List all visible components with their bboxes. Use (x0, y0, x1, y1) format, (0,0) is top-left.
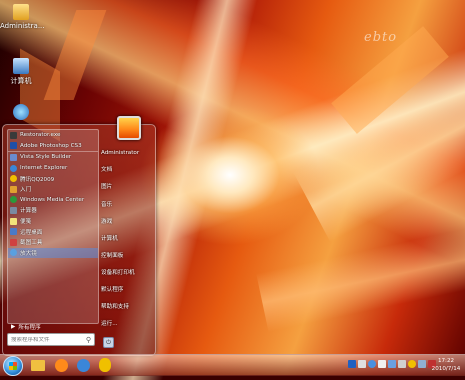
desktop-icon-network[interactable] (0, 104, 42, 122)
user-picture[interactable] (117, 116, 141, 140)
right-link-run[interactable]: 运行... (101, 319, 118, 327)
start-menu-program[interactable]: Internet Explorer (8, 163, 98, 174)
media-player-icon (54, 358, 68, 372)
start-menu: Restorator.exe Adobe Photoshop CS3 Vista… (2, 116, 156, 356)
app-icon (10, 131, 17, 139)
desktop-icon-label: 计算机 (10, 77, 32, 85)
start-menu-program-list: Restorator.exe Adobe Photoshop CS3 Vista… (7, 129, 99, 324)
snipping-tool-icon (10, 238, 17, 246)
qq-icon (10, 175, 17, 183)
keyboard-icon[interactable] (358, 360, 366, 368)
chinese-input-icon[interactable] (348, 360, 356, 368)
start-menu-program[interactable]: Adobe Photoshop CS3 (8, 141, 98, 152)
start-menu-program[interactable]: 远程桌面 (8, 226, 98, 237)
taskbar: 17:22 2010/7/14 (0, 354, 465, 376)
start-menu-program[interactable]: Restorator.exe (8, 130, 98, 141)
start-menu-program[interactable]: 计算器 (8, 205, 98, 216)
clock-time: 17:22 (437, 358, 455, 364)
monitor-icon[interactable] (418, 360, 426, 368)
photoshop-icon (10, 142, 17, 150)
start-menu-program[interactable]: Vista Style Builder (8, 151, 98, 163)
shutdown-button[interactable]: ⏻ (103, 337, 114, 348)
start-menu-program[interactable]: Windows Media Center (8, 195, 98, 206)
start-menu-program[interactable]: 截图工具 (8, 237, 98, 248)
desktop-icon-user-folder[interactable]: Administra... (0, 4, 45, 30)
system-tray (348, 360, 436, 370)
taskbar-pinned-ie[interactable] (72, 356, 94, 374)
taskbar-clock[interactable]: 17:22 2010/7/14 (430, 357, 462, 373)
power-icon: ⏻ (106, 339, 111, 346)
right-link-music[interactable]: 音乐 (101, 200, 112, 208)
right-link-documents[interactable]: 文档 (101, 165, 112, 173)
start-menu-right-pane: Administrator 文档 图片 音乐 游戏 计算机 控制面板 设备和打印… (99, 116, 155, 355)
all-programs-button[interactable]: ▶ 所有程序 (7, 322, 97, 331)
right-link-devices-printers[interactable]: 设备和打印机 (101, 268, 135, 276)
remote-desktop-icon (10, 228, 17, 236)
magnifier-icon (10, 249, 17, 257)
desktop-icon-label: Administra... (0, 22, 45, 30)
network-globe-icon (13, 104, 29, 120)
taskbar-pinned-qq[interactable] (94, 356, 116, 374)
wallpaper-logo: ebto (364, 30, 398, 45)
ie-icon (76, 358, 90, 372)
start-menu-program[interactable]: 放大镜 (8, 247, 98, 259)
start-menu-program[interactable]: 入门 (8, 184, 98, 195)
desktop-icon-computer[interactable]: 计算机 (0, 58, 42, 86)
calculator-icon (10, 206, 17, 214)
right-link-default-programs[interactable]: 默认程序 (101, 285, 123, 293)
windows-logo-icon (9, 362, 17, 370)
right-link-control-panel[interactable]: 控制面板 (101, 251, 123, 259)
right-link-games[interactable]: 游戏 (101, 217, 112, 225)
network-icon[interactable] (388, 360, 396, 368)
explorer-icon (31, 359, 45, 371)
search-icon: ⚲ (85, 335, 91, 344)
taskbar-pinned-media-player[interactable] (50, 356, 72, 374)
start-button[interactable] (3, 356, 23, 376)
help-icon[interactable] (368, 360, 376, 368)
folder-icon (13, 4, 29, 20)
right-link-computer[interactable]: 计算机 (101, 234, 118, 242)
arrow-right-icon: ▶ (11, 323, 16, 330)
app-icon (10, 153, 17, 161)
volume-icon[interactable] (398, 360, 406, 368)
right-link-help-support[interactable]: 帮助和支持 (101, 302, 129, 310)
start-search-box[interactable]: ⚲ (7, 333, 95, 346)
clock-date: 2010/7/14 (431, 366, 461, 372)
media-center-icon (10, 196, 17, 204)
flag-icon[interactable] (378, 360, 386, 368)
search-input[interactable] (8, 336, 84, 343)
qq-tray-icon[interactable] (408, 360, 416, 368)
start-menu-program[interactable]: 腾讯QQ2009 (8, 173, 98, 184)
taskbar-pinned-explorer[interactable] (27, 356, 49, 374)
ie-icon (10, 164, 17, 172)
user-name-link[interactable]: Administrator (101, 150, 139, 156)
right-link-pictures[interactable]: 图片 (101, 182, 112, 190)
computer-icon (13, 58, 29, 74)
sticky-notes-icon (10, 217, 17, 225)
start-menu-program[interactable]: 便笺 (8, 216, 98, 227)
getting-started-icon (10, 185, 17, 193)
qq-icon (99, 358, 111, 372)
